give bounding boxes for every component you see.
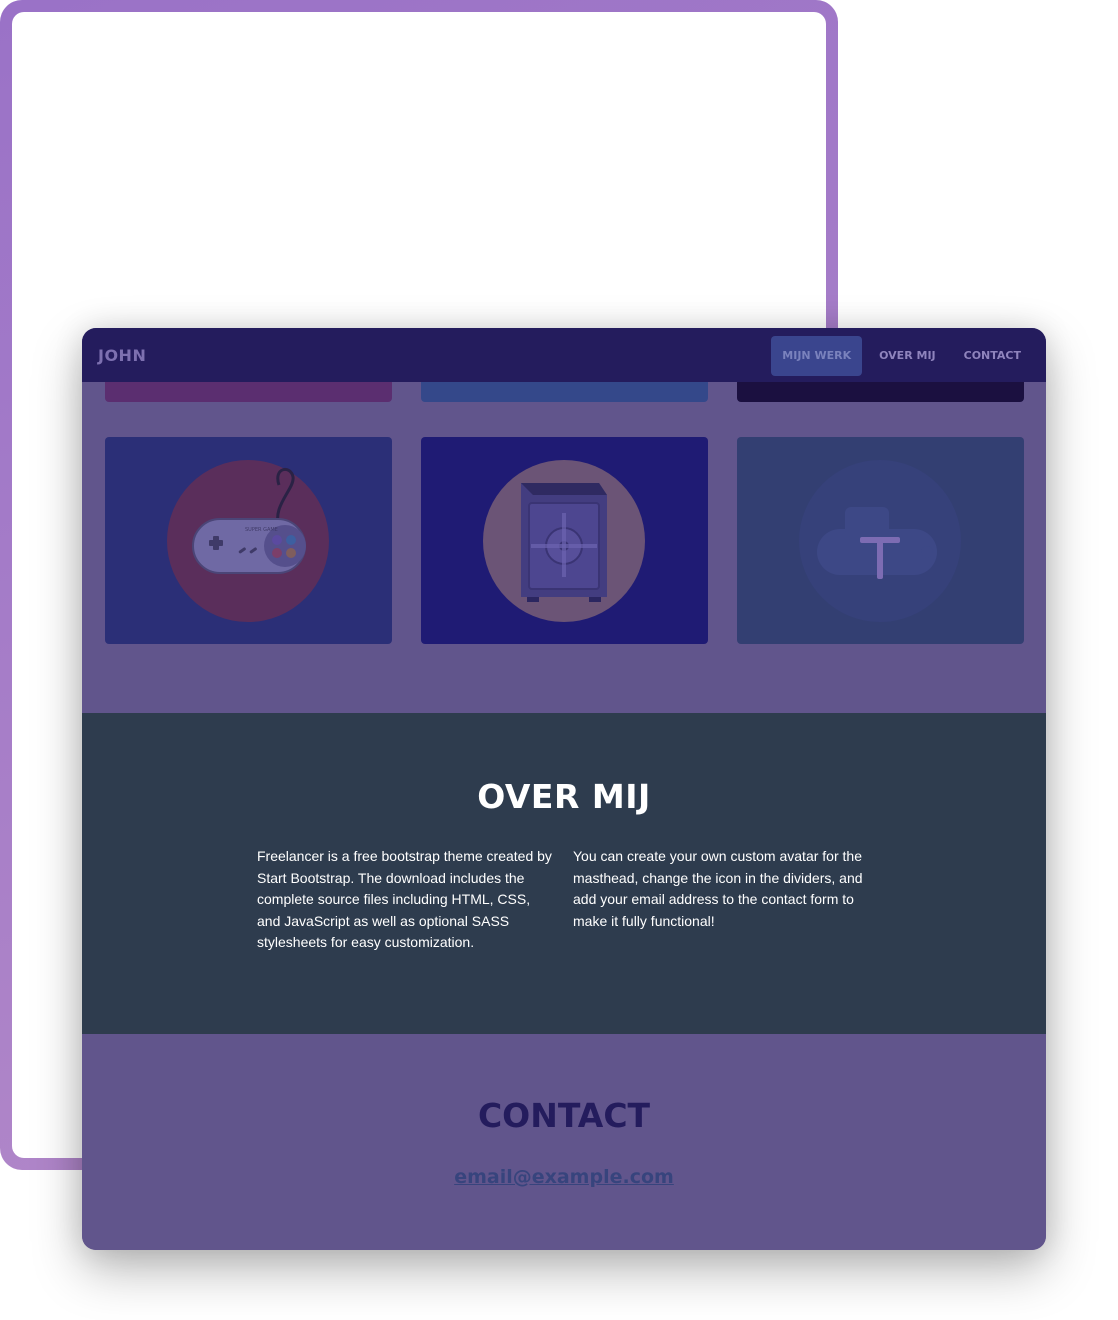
- brand-logo[interactable]: JOHN: [98, 346, 146, 365]
- nav-links: MIJN WERK OVER MIJ CONTACT: [765, 336, 1032, 376]
- navbar: JOHN MIJN WERK OVER MIJ CONTACT: [82, 328, 1046, 382]
- nav-link-contact[interactable]: CONTACT: [953, 336, 1032, 376]
- submarine-icon: [799, 460, 961, 622]
- game-controller-icon: SUPER GAME: [167, 460, 329, 622]
- about-title: OVER MIJ: [477, 777, 651, 816]
- nav-link-over-mij[interactable]: OVER MIJ: [868, 336, 947, 376]
- plus-icon: [860, 537, 900, 543]
- portfolio-item-submarine[interactable]: [737, 437, 1024, 644]
- contact-email-wrap: email@example.com: [82, 1166, 1046, 1188]
- contact-section: CONTACT email@example.com: [82, 1034, 1046, 1250]
- controller-label: SUPER GAME: [245, 527, 278, 533]
- safe-icon: [483, 460, 645, 622]
- contact-title: CONTACT: [477, 1096, 651, 1135]
- browser-window: JOHN MIJN WERK OVER MIJ CONTACT SUPER GA…: [82, 328, 1046, 1250]
- about-text-right: You can create your own custom avatar fo…: [573, 848, 863, 929]
- contact-email-link[interactable]: email@example.com: [454, 1166, 674, 1188]
- nav-link-mijn-werk[interactable]: MIJN WERK: [771, 336, 863, 376]
- about-section: OVER MIJ Freelancer is a free bootstrap …: [82, 713, 1046, 1034]
- portfolio-item-game-controller[interactable]: SUPER GAME: [105, 437, 392, 644]
- portfolio-item-safe[interactable]: [421, 437, 708, 644]
- about-text-left: Freelancer is a free bootstrap theme cre…: [257, 848, 552, 950]
